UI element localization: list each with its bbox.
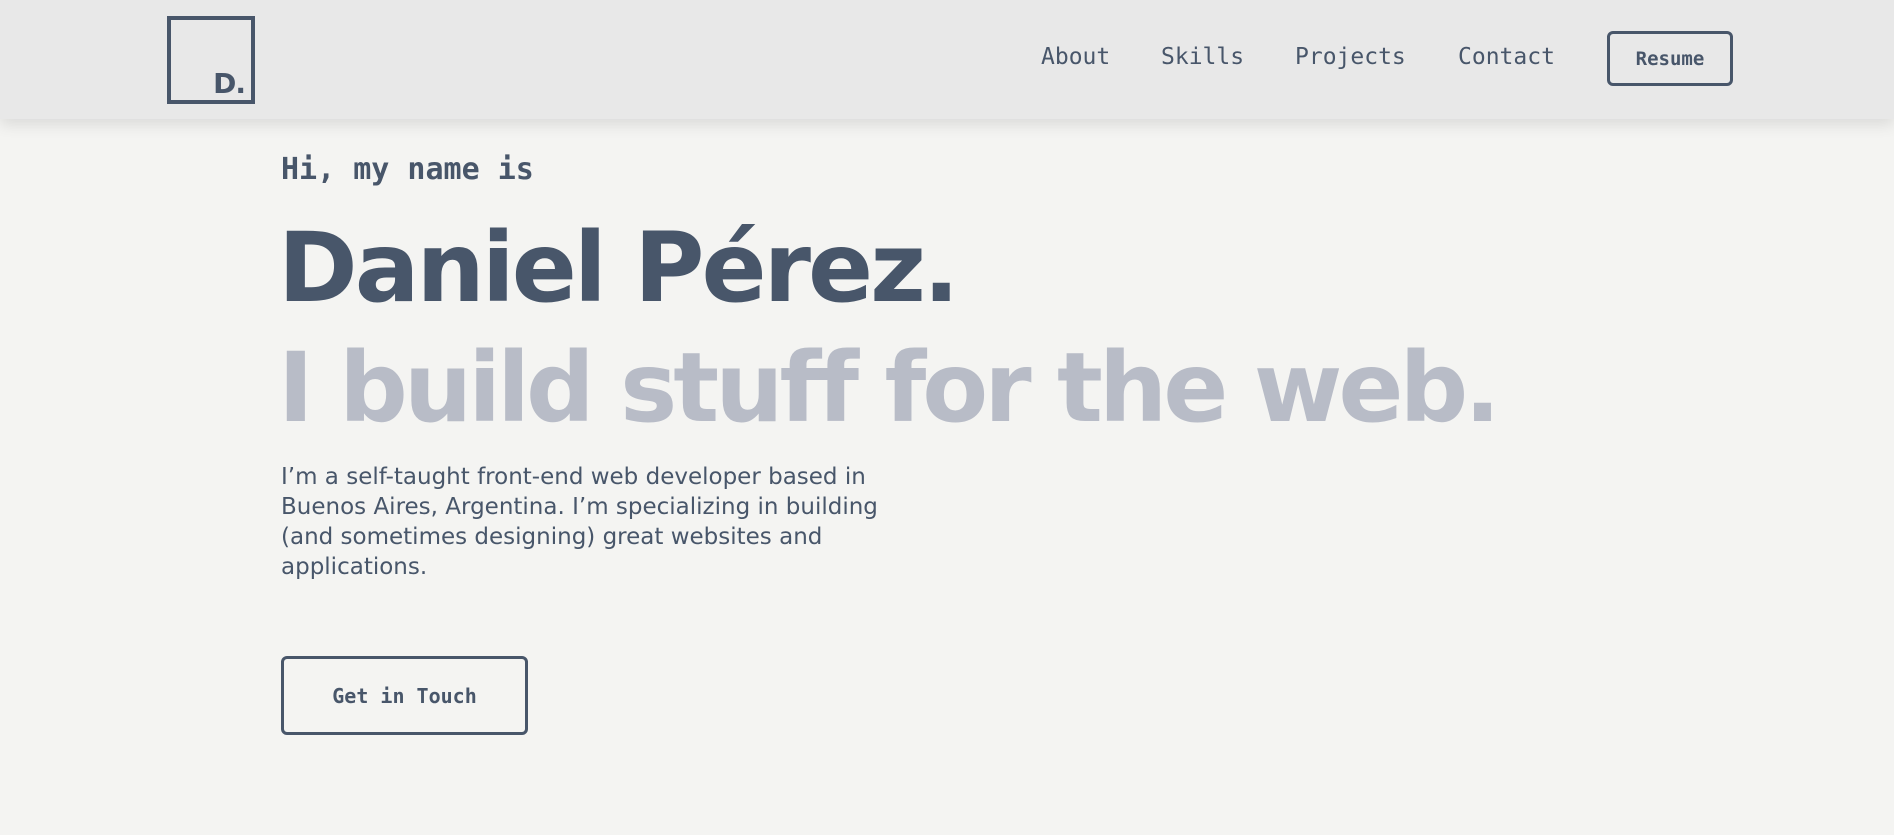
hero-greeting: Hi, my name is: [281, 152, 534, 187]
nav-link-projects[interactable]: Projects: [1295, 44, 1406, 70]
nav-link-about[interactable]: About: [1041, 44, 1110, 70]
logo-text: D.: [213, 67, 246, 100]
resume-button[interactable]: Resume: [1607, 31, 1733, 86]
hero-name: Daniel Pérez.: [278, 212, 959, 324]
nav-link-skills[interactable]: Skills: [1161, 44, 1244, 70]
site-header: D. About Skills Projects Contact Resume: [0, 0, 1894, 119]
hero-intro: I’m a self-taught front-end web develope…: [281, 464, 878, 580]
site-logo[interactable]: D.: [167, 16, 255, 104]
get-in-touch-button[interactable]: Get in Touch: [281, 656, 528, 735]
nav-link-contact[interactable]: Contact: [1458, 44, 1555, 70]
hero-tagline: I build stuff for the web.: [278, 332, 1501, 444]
